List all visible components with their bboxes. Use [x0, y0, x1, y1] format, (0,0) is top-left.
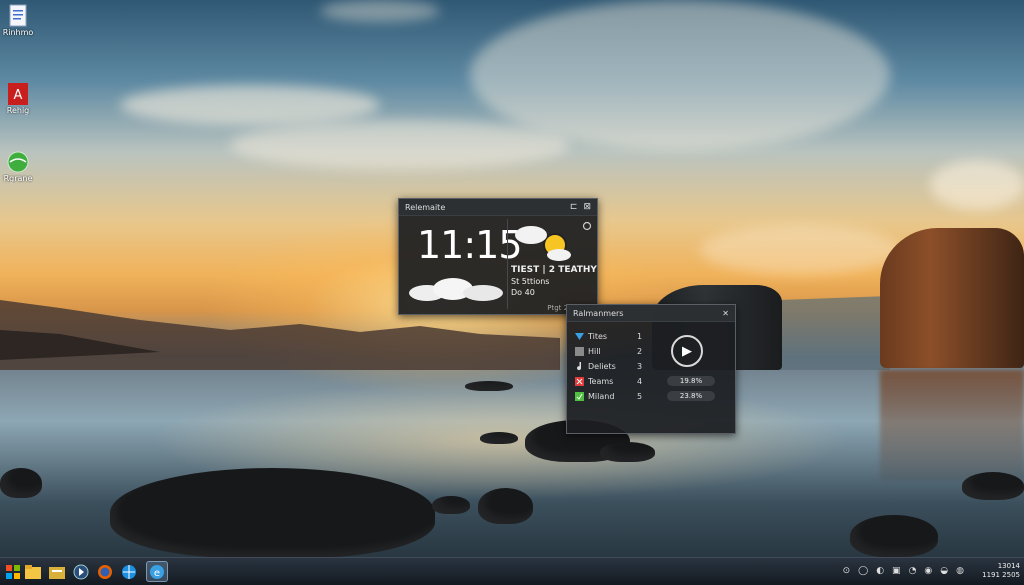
list-item[interactable]: Hill 2	[575, 344, 642, 358]
rock	[600, 442, 655, 462]
close-icon[interactable]: ✕	[722, 309, 729, 318]
rock	[465, 381, 513, 391]
list-item[interactable]: Deliets 3	[575, 359, 642, 373]
list-item-number: 2	[637, 346, 643, 356]
tray-icon[interactable]: ◍	[956, 566, 964, 576]
cloud	[320, 0, 440, 22]
green-check-icon	[575, 391, 584, 401]
stat-pill: 19.8%	[667, 376, 715, 386]
list-item-number: 3	[637, 361, 643, 371]
tray-icon[interactable]: ⊙	[843, 566, 851, 576]
taskbar-firefox[interactable]	[94, 561, 116, 582]
media-widget[interactable]: Ralmanmers ✕ Tites 1 Hill 2 Deliets 3 Te…	[566, 304, 736, 434]
weather-headline: TIEST | 2 TEATHY	[511, 265, 597, 275]
play-icon: ▶	[682, 343, 692, 359]
widget-title: Ralmanmers	[573, 308, 624, 318]
desktop-icon-label: Rinhmo	[2, 28, 34, 37]
red-app-icon	[575, 376, 584, 386]
widget-title: Relemaite	[405, 202, 446, 212]
cloud-icon	[409, 278, 503, 301]
close-icon[interactable]: ⊠	[583, 202, 591, 212]
play-button[interactable]: ▶	[671, 335, 703, 367]
list-item-number: 1	[637, 331, 643, 341]
rock	[850, 515, 938, 557]
list-item-number: 4	[637, 376, 643, 386]
square-icon	[575, 346, 584, 356]
cloud	[470, 0, 890, 150]
taskbar-clock[interactable]: 13014 1191 2505	[982, 562, 1020, 580]
widget-titlebar[interactable]: Ralmanmers ✕	[567, 305, 735, 322]
rock	[962, 472, 1024, 500]
tray-icon[interactable]: ◉	[924, 566, 932, 576]
firefox-icon	[98, 564, 112, 579]
cloud	[230, 120, 570, 170]
svg-text:e: e	[154, 568, 160, 579]
weather-line-1: St 5ttions	[511, 277, 550, 286]
rock	[432, 496, 470, 514]
taskbar: e ⊙ ◯ ◐ ▣ ◔ ◉ ◒ ◍ 13014 1191 2505	[0, 557, 1024, 585]
system-tray: ⊙ ◯ ◐ ▣ ◔ ◉ ◒ ◍	[843, 566, 964, 576]
list-item-label: Tites	[588, 331, 608, 341]
globe-icon	[7, 150, 29, 174]
cloud	[120, 85, 380, 125]
desktop-icon-label: Rgrane	[3, 174, 33, 183]
cloud	[700, 225, 900, 275]
divider	[507, 219, 508, 309]
list-item-label: Deliets	[588, 361, 616, 371]
start-button[interactable]	[2, 561, 24, 582]
weather-line-2: Do 40	[511, 288, 535, 297]
cliff	[880, 228, 1024, 368]
media-player-icon	[73, 564, 89, 579]
clock-time: 11:15	[417, 223, 523, 267]
taskbar-browser[interactable]	[118, 561, 140, 582]
taskbar-explorer[interactable]	[22, 561, 44, 582]
desktop-icon-document[interactable]: Rinhmo	[0, 4, 36, 37]
list-item-number: 5	[637, 391, 643, 401]
globe-icon	[122, 564, 136, 579]
list-item-label: Miland	[588, 391, 615, 401]
cloud	[930, 160, 1024, 210]
tray-icon[interactable]: ◯	[858, 566, 868, 576]
cliff-reflection	[880, 370, 1024, 480]
tray-icon[interactable]: ▣	[892, 566, 901, 576]
list-item[interactable]: Tites 1	[575, 329, 642, 343]
rock	[110, 468, 435, 558]
document-icon	[7, 4, 29, 28]
windows-logo-icon	[6, 564, 20, 579]
tray-icon[interactable]: ◐	[876, 566, 884, 576]
taskbar-files[interactable]	[46, 561, 68, 582]
desktop-icon-pdf[interactable]: A Rehig	[0, 82, 36, 115]
taskbar-media[interactable]	[70, 561, 92, 582]
tray-icon[interactable]: ◒	[940, 566, 948, 576]
rock	[478, 488, 533, 524]
rock	[0, 468, 42, 498]
list-item-label: Teams	[588, 376, 614, 386]
taskbar-date: 1191 2505	[982, 571, 1020, 579]
taskbar-time: 13014	[997, 562, 1020, 570]
internet-explorer-icon: e	[150, 564, 164, 579]
list-item-label: Hill	[588, 346, 601, 356]
rock	[480, 432, 518, 444]
partly-sunny-icon	[515, 226, 571, 261]
music-note-icon	[577, 361, 582, 370]
folder-icon	[25, 564, 41, 579]
restore-icon[interactable]: ⊏	[570, 202, 578, 212]
pdf-icon: A	[7, 82, 29, 106]
weather-info: TIEST | 2 TEATHY St 5ttions Do 40	[511, 265, 597, 298]
list-item[interactable]: Miland 5	[575, 389, 642, 403]
stat-pill: 23.8%	[667, 391, 715, 401]
taskbar-ie[interactable]: e	[146, 561, 168, 582]
svg-text:A: A	[14, 88, 23, 103]
desktop-icon-globe[interactable]: Rgrane	[0, 150, 36, 183]
refresh-icon[interactable]	[582, 221, 592, 231]
widget-titlebar[interactable]: Relemaite ⊏ ⊠	[399, 199, 597, 216]
triangle-icon	[575, 332, 584, 340]
list-item[interactable]: Teams 4	[575, 374, 642, 388]
weather-clock-widget[interactable]: Relemaite ⊏ ⊠ 11:15 TIEST | 2 TEATHY St …	[398, 198, 598, 315]
tray-icon[interactable]: ◔	[909, 566, 917, 576]
desktop-icon-label: Rehig	[6, 106, 30, 115]
files-icon	[49, 566, 65, 579]
